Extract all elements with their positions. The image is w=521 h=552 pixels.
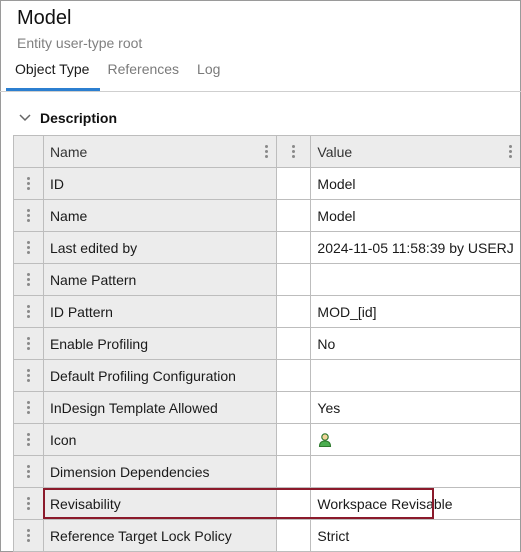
table-row[interactable]: Icon [14,424,520,456]
drag-handle-icon[interactable] [26,241,30,254]
row-drag-handle[interactable] [14,200,44,232]
drag-handle-icon[interactable] [26,529,30,542]
row-value-cell[interactable] [311,264,520,296]
drag-handle-icon[interactable] [26,177,30,190]
page-subtitle: Entity user-type root [17,35,143,51]
table-row[interactable]: Reference Target Lock Policy Strict [14,520,520,552]
tab-log[interactable]: Log [188,58,229,86]
tab-object-type[interactable]: Object Type [6,58,98,86]
row-name-cell: Name [43,200,278,232]
drag-handle-icon[interactable] [26,401,30,414]
row-drag-handle[interactable] [14,232,44,264]
row-name-cell: InDesign Template Allowed [43,392,278,424]
row-name-cell: ID Pattern [43,296,278,328]
row-spacer-cell [277,296,312,328]
properties-table: Name Value ID Model Name Model Last edited b… [13,135,520,552]
row-value-cell[interactable] [311,424,520,456]
row-drag-handle[interactable] [14,488,44,520]
drag-handle-icon[interactable] [26,209,30,222]
section-description-header[interactable]: Description [18,110,117,126]
row-value-cell[interactable]: Workspace Revisable [311,488,520,520]
table-row[interactable]: InDesign Template Allowed Yes [14,392,520,424]
row-name-cell: Reference Target Lock Policy [43,520,278,552]
tab-bar: Object Type References Log [6,58,229,90]
page-title: Model [17,7,72,29]
header-column-handle[interactable] [277,136,312,168]
header-handle-cell [14,136,44,168]
row-value-cell[interactable]: Yes [311,392,520,424]
row-value-cell[interactable] [311,360,520,392]
table-row[interactable]: Enable Profiling No [14,328,520,360]
table-row[interactable]: Name Pattern [14,264,520,296]
drag-handle-icon[interactable] [26,337,30,350]
page-header: Model Entity user-type root [17,6,142,52]
row-drag-handle[interactable] [14,424,44,456]
column-header-value-label: Value [317,143,353,160]
row-drag-handle[interactable] [14,360,44,392]
row-name-cell: ID [43,168,278,200]
row-value-cell[interactable] [311,456,520,488]
row-drag-handle[interactable] [14,168,44,200]
column-menu-icon[interactable] [265,145,269,158]
row-spacer-cell [277,328,312,360]
row-spacer-cell [277,424,312,456]
row-spacer-cell [277,456,312,488]
drag-handle-icon[interactable] [26,433,30,446]
row-drag-handle[interactable] [14,264,44,296]
table-row[interactable]: Default Profiling Configuration [14,360,520,392]
drag-handle-icon[interactable] [26,305,30,318]
row-drag-handle[interactable] [14,296,44,328]
row-name-cell: Last edited by [43,232,278,264]
column-menu-icon[interactable] [292,145,296,158]
row-value-cell[interactable]: MOD_[id] [311,296,520,328]
table-row[interactable]: Last edited by 2024-11-05 11:58:39 by USE… [14,232,520,264]
row-spacer-cell [277,360,312,392]
column-header-name-label: Name [49,143,88,160]
table-row[interactable]: ID Pattern MOD_[id] [14,296,520,328]
drag-handle-icon[interactable] [26,497,30,510]
row-drag-handle[interactable] [14,328,44,360]
row-value-cell[interactable]: Model [311,200,520,232]
row-spacer-cell [277,392,312,424]
row-value-cell[interactable]: No [311,328,520,360]
section-title: Description [40,110,118,126]
column-menu-icon[interactable] [509,145,513,158]
column-header-value[interactable]: Value [311,136,520,168]
column-header-name[interactable]: Name [43,136,278,168]
row-spacer-cell [277,168,312,200]
row-drag-handle[interactable] [14,392,44,424]
row-name-cell: Enable Profiling [43,328,278,360]
row-name-cell: Icon [43,424,278,456]
row-spacer-cell [277,232,312,264]
row-name-cell: Default Profiling Configuration [43,360,278,392]
table-row[interactable]: Dimension Dependencies [14,456,520,488]
row-spacer-cell [277,488,312,520]
row-spacer-cell [277,264,312,296]
drag-handle-icon[interactable] [26,369,30,382]
row-value-cell[interactable]: Strict [311,520,520,552]
row-value-cell[interactable]: Model [311,168,520,200]
table-row[interactable]: Revisability Workspace Revisable [14,488,520,520]
drag-handle-icon[interactable] [26,465,30,478]
row-drag-handle[interactable] [14,520,44,552]
row-name-cell: Dimension Dependencies [43,456,278,488]
row-name-cell: Revisability [43,488,278,520]
row-drag-handle[interactable] [14,456,44,488]
row-value-cell[interactable]: 2024-11-05 11:58:39 by USERJ [311,232,520,264]
row-spacer-cell [277,520,312,552]
drag-handle-icon[interactable] [26,273,30,286]
chevron-down-icon [19,114,31,122]
table-row[interactable]: Name Model [14,200,520,232]
table-header-row: Name Value [14,136,520,168]
table-row[interactable]: ID Model [14,168,520,200]
tab-references[interactable]: References [98,58,188,86]
row-name-cell: Name Pattern [43,264,278,296]
tab-divider [0,91,521,92]
user-icon [319,432,332,447]
row-spacer-cell [277,200,312,232]
